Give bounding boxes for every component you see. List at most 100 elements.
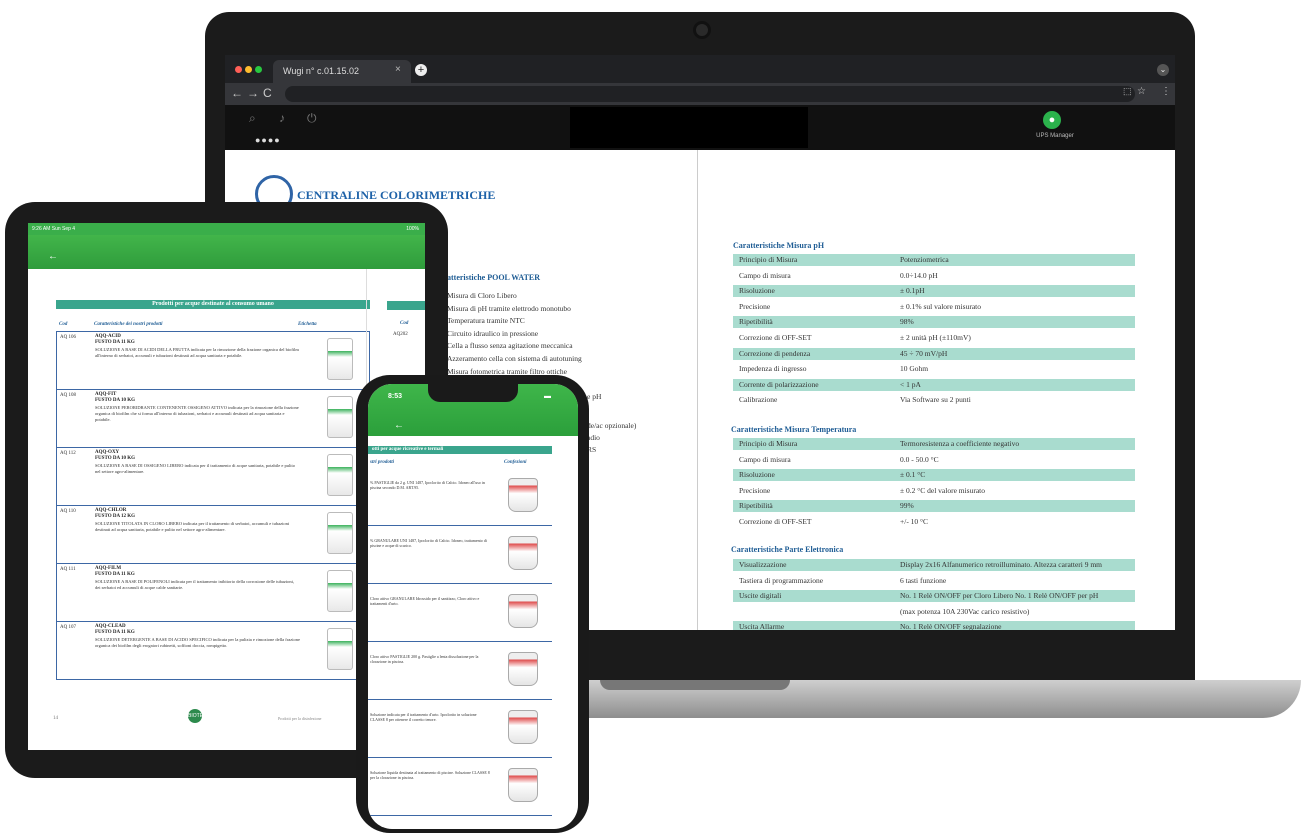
spec-value: 10 Gohm (900, 364, 929, 374)
window-maximize-dot[interactable] (255, 66, 262, 73)
webcam (693, 21, 711, 39)
spec-label: Precisione (739, 301, 771, 311)
phone-screen: 8:53 ▬ ← otti per acque ricreative e ter… (368, 384, 578, 829)
spec-value: 0.0÷14.0 pH (900, 270, 938, 280)
tablet-product-row[interactable]: AQ 111 AQQ-FILM FUSTO DA 11 KG SOLUZIONE A… (56, 564, 370, 622)
spec-row: Precisione ± 0.2 °C del valore misurato (733, 485, 1135, 497)
bookmark-star-icon[interactable]: ☆ (1137, 86, 1146, 97)
spec-value: ± 0.1pH (900, 286, 925, 296)
product-code: AQ 107 (60, 625, 76, 630)
spec-value: 45 ÷ 70 mV/pH (900, 348, 948, 358)
spec-row: (max potenza 10A 230Vac carico resistivo… (733, 606, 1135, 618)
spec-value: 99% (900, 501, 914, 511)
spec-value: 0.0 - 50.0 °C (900, 454, 939, 464)
tablet-product-row[interactable]: AQ 107 AQQ-CLEAD FUSTO DA 11 KG SOLUZIONE … (56, 622, 370, 680)
spec-label: Correzione di pendenza (739, 348, 811, 358)
pool-feature-item: Circuito idraulico in pressione (447, 328, 539, 338)
brand-logo: BIOTECH (188, 709, 210, 723)
spec-value: (max potenza 10A 230Vac carico resistivo… (900, 606, 1030, 616)
user-avatar-icon[interactable]: ● (1043, 111, 1061, 129)
product-jug-image (327, 628, 353, 670)
tablet-battery-text: 100% (406, 226, 419, 232)
spec-value: Display 2x16 Alfanumerico retroilluminat… (900, 560, 1103, 569)
tab-search-icon[interactable]: ⌄ (1157, 64, 1169, 76)
product-bucket-image (508, 652, 538, 686)
product-jug-image (327, 512, 353, 554)
product-jug-image (327, 396, 353, 438)
spec-label: Precisione (739, 485, 771, 495)
phone-product-row[interactable]: Cloro attivo PASTIGLIE 200 g. Pastiglie … (368, 642, 552, 700)
browser-tab[interactable]: Wugi n° c.01.15.02 (273, 60, 411, 83)
ph-section-title: Caratteristiche Misura pH (733, 241, 825, 250)
product-code: AQ 111 (60, 567, 76, 572)
page-indicator: ●●●● (255, 135, 281, 145)
col-code-header: Cod (59, 322, 68, 327)
search-icon[interactable]: ⌕ (249, 111, 256, 126)
right-title-bar (387, 301, 425, 310)
tablet-product-row[interactable]: AQ 106 AQQ-ACID FUSTO DA 11 KG SOLUZIONE A… (56, 332, 370, 390)
phone-product-row[interactable]: Soluzione indicata per il trattamento d'… (368, 700, 552, 758)
col-label-header: Etichetta (298, 322, 317, 327)
product-description: SOLUZIONE DETERGENTE A BASE DI ACIDO SPE… (95, 637, 300, 648)
spec-row: Ripetibilità 99% (733, 500, 1135, 513)
partial-text: de/ac opzionale) (587, 421, 637, 430)
spec-label: Calibrazione (739, 395, 778, 405)
product-name: AQQ-OXY FUSTO DA 10 KG (95, 450, 136, 461)
window-close-dot[interactable] (235, 66, 242, 73)
pool-section-title: atteristiche POOL WATER (447, 273, 541, 282)
page-divider (697, 150, 698, 630)
spec-row: Campo di misura 0.0 - 50.0 °C (733, 454, 1135, 466)
pool-feature-item: Cella a flusso senza agitazione meccanic… (447, 341, 573, 351)
extension-icon[interactable]: ⬚ (1123, 86, 1132, 97)
tablet-header (28, 235, 425, 269)
phone-doc-title: otti per acque ricreative e termali (368, 446, 552, 454)
back-icon[interactable]: ← (231, 86, 243, 100)
spec-label: Uscite digitali (739, 591, 782, 601)
url-input[interactable] (285, 86, 1135, 102)
forward-icon[interactable]: → (247, 86, 259, 100)
spec-row: Correzione di OFF-SET +/- 10 °C (733, 516, 1135, 528)
pool-feature-item: Misura di pH tramite elettrodo monotubo (447, 303, 571, 313)
product-code: AQ 108 (60, 393, 76, 398)
product-code: AQ 112 (60, 451, 76, 456)
tablet-product-row[interactable]: AQ 110 AQQ-CHLOR FUSTO DA 12 KG SOLUZIONE … (56, 506, 370, 564)
address-bar: ← → C ⬚ ☆ ⋮ (225, 83, 1175, 105)
product-description: Soluzione indicata per il trattamento d'… (370, 712, 477, 722)
spec-row: Principio di Misura Termoresistenza a coe… (733, 438, 1135, 450)
spec-row: Correzione di OFF-SET ± 2 unità pH (±110m… (733, 332, 1135, 344)
product-bucket-image (508, 536, 538, 570)
spec-row: Visualizzazione Display 2x16 Alfanumerico… (733, 559, 1135, 571)
bell-icon[interactable]: ♪ (279, 111, 285, 125)
spec-label: Campo di misura (739, 270, 791, 280)
tablet-doc-title: Prodotti per acque destinate al consumo … (56, 300, 370, 309)
product-name: AQQ-CLEAD FUSTO DA 11 KG (95, 624, 135, 635)
phone-product-row[interactable]: % PASTIGLIE da 2 g. UNI 1487, Ipoclorito… (368, 468, 552, 526)
product-code: AQ 110 (60, 509, 76, 514)
product-description: Cloro attivo PASTIGLIE 200 g. Pastiglie … (370, 654, 479, 664)
spec-label: Principio di Misura (739, 439, 798, 448)
spec-label: Correzione di OFF-SET (739, 517, 812, 526)
phone-product-row[interactable]: Cloro attivo GRANULARE Idrossido per il … (368, 584, 552, 642)
tablet-back-icon[interactable]: ← (48, 251, 58, 262)
elec-section-title: Caratteristiche Parte Elettronica (731, 545, 844, 554)
phone-product-row[interactable]: % GRANULARE UNI 1487, Ipoclorito di Calc… (368, 526, 552, 584)
product-description: Cloro attivo GRANULARE Idrossido per il … (370, 596, 480, 606)
tab-close-icon[interactable]: × (395, 64, 401, 75)
tablet-product-row[interactable]: AQ 112 AQQ-OXY FUSTO DA 10 KG SOLUZIONE A … (56, 448, 370, 506)
spec-value: Via Software su 2 punti (900, 395, 971, 405)
phone-col-label: Confezioni (504, 460, 527, 465)
temp-section-title: Caratteristiche Misura Temperatura (731, 425, 857, 434)
power-icon[interactable]: ⏻ (307, 111, 317, 126)
reload-icon[interactable]: C (263, 86, 272, 100)
phone-back-icon[interactable]: ← (394, 420, 404, 431)
window-minimize-dot[interactable] (245, 66, 252, 73)
spec-row: Correzione di pendenza 45 ÷ 70 mV/pH (733, 347, 1135, 360)
product-code: AQ 106 (60, 335, 76, 340)
spec-value: ± 2 unità pH (±110mV) (900, 333, 971, 342)
phone-product-row[interactable]: Soluzione liquida destinata al trattamen… (368, 758, 552, 816)
new-tab-button[interactable]: + (415, 64, 427, 76)
tablet-product-row[interactable]: AQ 108 AQQ-FIT FUSTO DA 10 KG SOLUZIONE PE… (56, 390, 370, 448)
partial-text: e pH (587, 392, 602, 401)
product-name: AQQ-CHLOR FUSTO DA 12 KG (95, 508, 136, 519)
browser-menu-icon[interactable]: ⋮ (1161, 86, 1171, 97)
